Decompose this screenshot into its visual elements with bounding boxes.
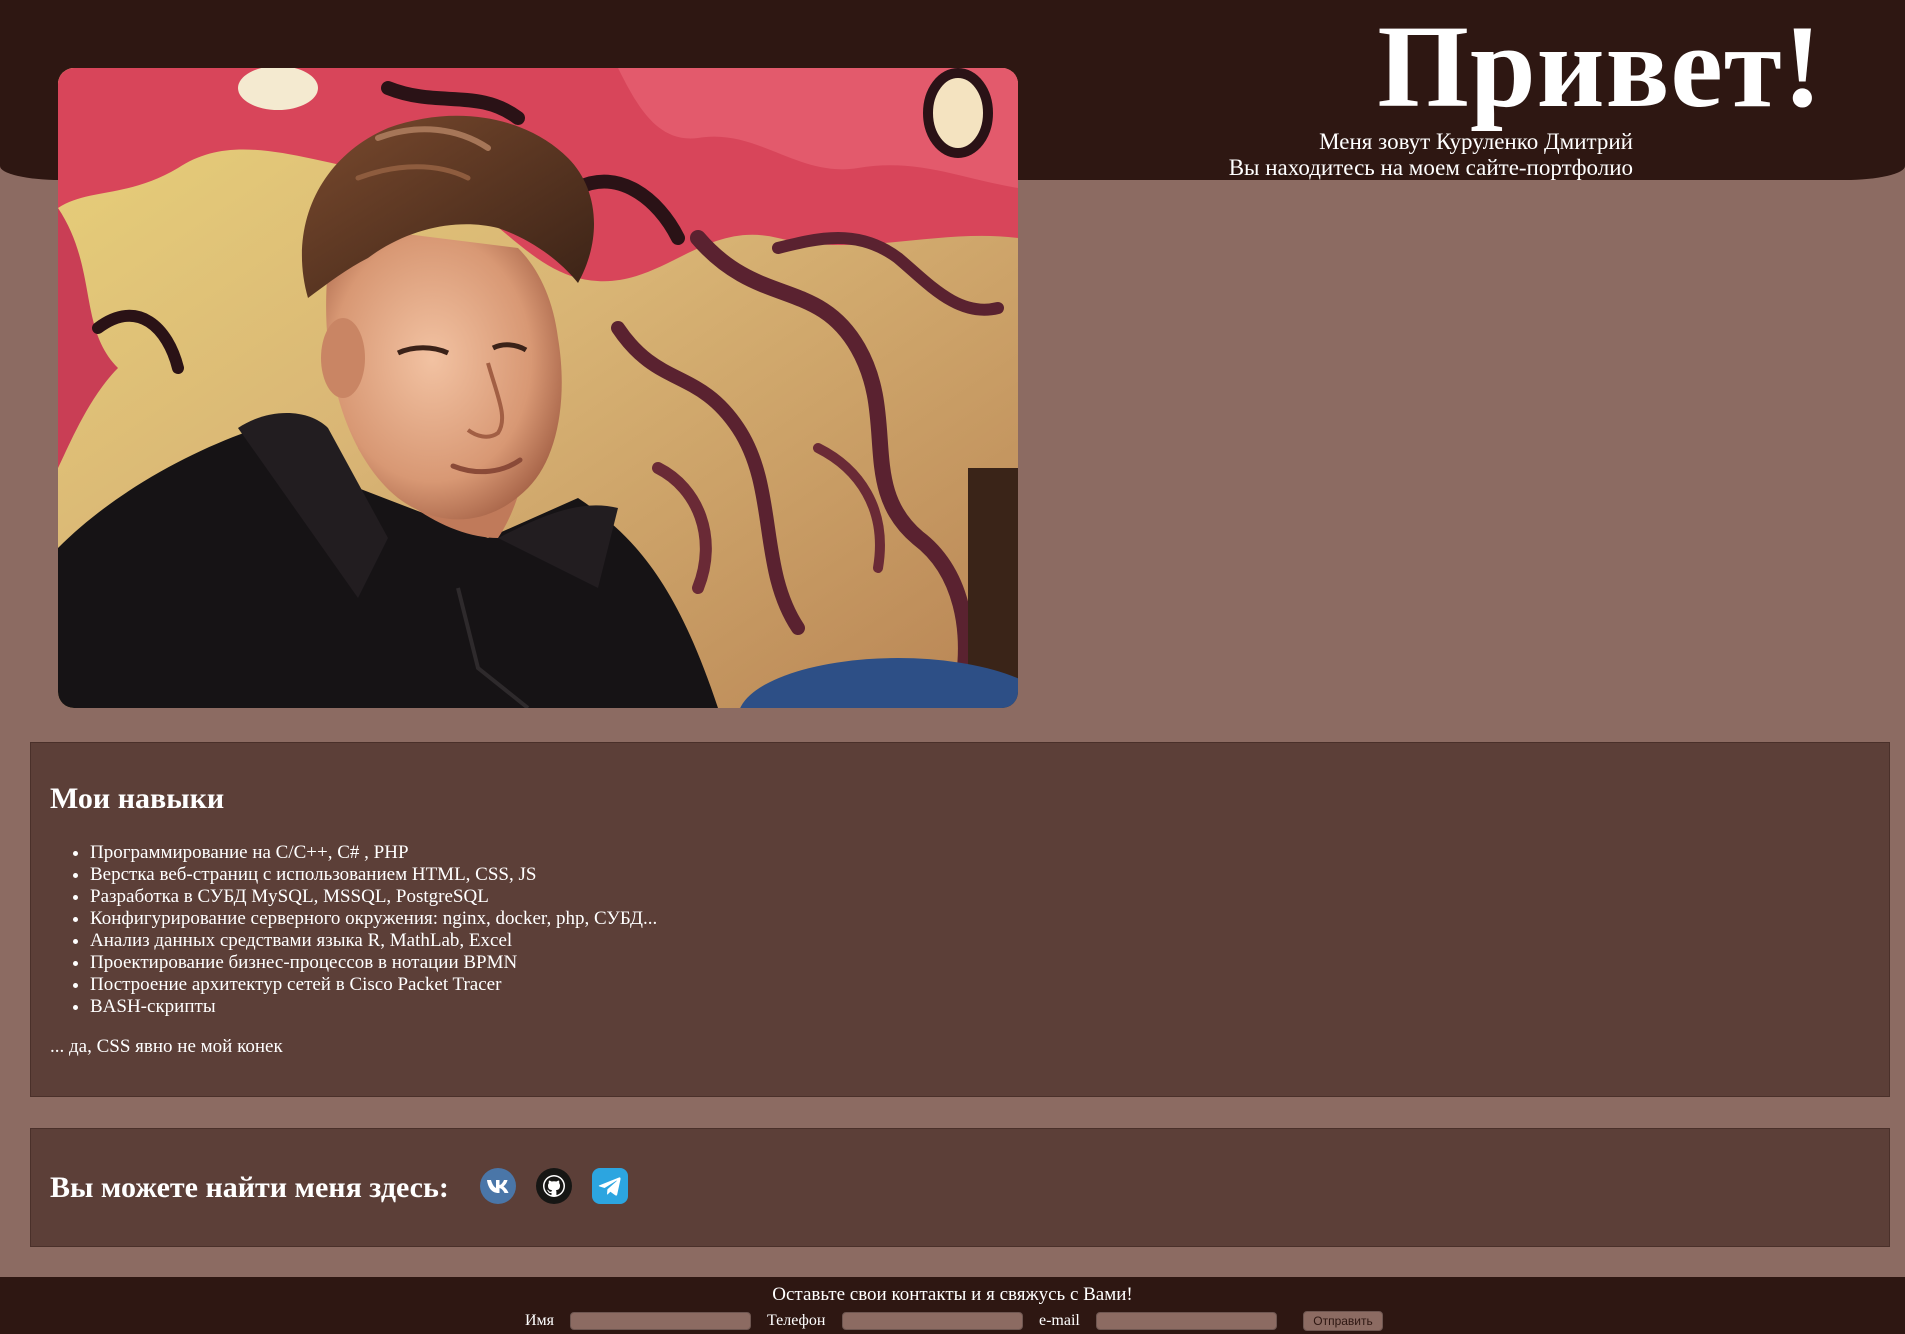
contact-form-title: Оставьте свои контакты и я свяжусь с Вам…: [772, 1284, 1133, 1305]
name-label: Имя: [525, 1312, 555, 1329]
contact-footer: Оставьте свои контакты и я свяжусь с Вам…: [0, 1277, 1905, 1334]
skills-section: Мои навыки Программирование на C/C++, C#…: [30, 742, 1890, 1097]
socials-section: Вы можете найти меня здесь:: [30, 1128, 1890, 1247]
skill-item: Конфигурирование серверного окружения: n…: [90, 908, 1870, 930]
phone-input[interactable]: [842, 1312, 1023, 1330]
email-label: e-mail: [1039, 1312, 1080, 1329]
skills-note: ... да, CSS явно не мой конек: [50, 1036, 283, 1057]
hero-intro-name: Меня зовут Куруленко Дмитрий: [1319, 129, 1633, 154]
telegram-link[interactable]: [591, 1167, 629, 1205]
telegram-icon: [591, 1167, 628, 1204]
hero-title: Привет!: [1377, 1, 1823, 132]
github-icon: [535, 1167, 572, 1204]
skill-item: Построение архитектур сетей в Cisco Pack…: [90, 974, 1870, 996]
skills-heading: Мои навыки: [50, 782, 225, 815]
socials-heading: Вы можете найти меня здесь:: [50, 1170, 449, 1204]
skill-item: Проектирование бизнес-процессов в нотаци…: [90, 952, 1870, 974]
skill-item: Анализ данных средствами языка R, MathLa…: [90, 930, 1870, 952]
skill-item: Разработка в СУБД MySQL, MSSQL, PostgreS…: [90, 886, 1870, 908]
skill-item: Программирование на C/C++, C# , PHP: [90, 842, 1870, 864]
name-input[interactable]: [570, 1312, 751, 1330]
email-input[interactable]: [1096, 1312, 1277, 1330]
skill-item: BASH-скрипты: [90, 996, 1870, 1018]
contact-form: Имя Телефон e-mail Отправить: [0, 1309, 1905, 1333]
github-link[interactable]: [535, 1167, 573, 1205]
hero-intro-site: Вы находитесь на моем сайте-портфолио: [1228, 155, 1633, 180]
vk-link[interactable]: [479, 1167, 517, 1205]
skill-item: Верстка веб-страниц с использованием HTM…: [90, 864, 1870, 886]
vk-icon: [479, 1167, 516, 1204]
phone-label: Телефон: [767, 1312, 826, 1329]
profile-photo-graphic: [58, 68, 1018, 708]
profile-photo: [58, 68, 1018, 708]
page: Привет! Меня зовут Куруленко Дмитрий Вы …: [0, 0, 1905, 1334]
skills-list: Программирование на C/C++, C# , PHP Верс…: [50, 842, 1870, 1018]
submit-button[interactable]: Отправить: [1303, 1311, 1383, 1331]
